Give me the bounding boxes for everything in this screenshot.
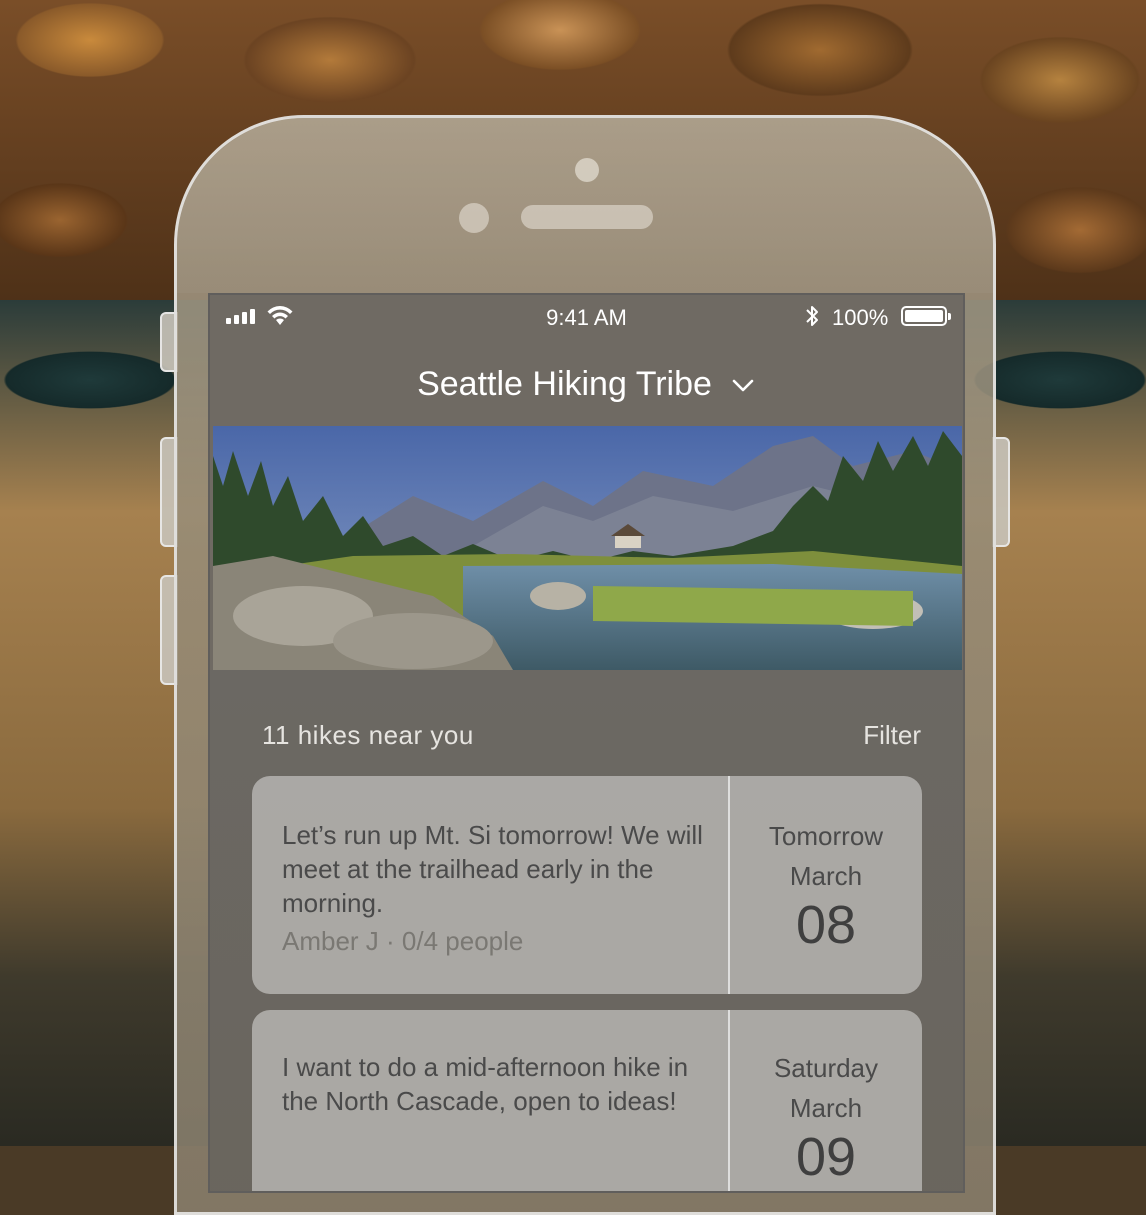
hero-landscape-image [213,426,962,670]
hike-card[interactable]: Let’s run up Mt. Si tomorrow! We will me… [252,776,922,994]
hikes-count-label: 11 hikes near you [262,720,474,750]
hike-description: Let’s run up Mt. Si tomorrow! We will me… [282,820,703,918]
hike-organizer-and-attendance: Amber J · 0/4 people [282,926,524,956]
hike-day-label: Tomorrow [768,821,884,851]
front-camera [459,203,489,233]
status-bar: 9:41 AM 100% [210,295,963,341]
hike-description: I want to do a mid-afternoon hike in the… [282,1052,689,1116]
chevron-down-icon[interactable] [730,372,756,398]
group-selector[interactable]: Seattle Hiking Tribe [210,365,963,404]
phone-screen: 9:41 AM 100% Seattle Hiking Tribe 11 hik… [208,293,965,1193]
navigation-bar: Seattle Hiking Tribe [210,341,963,425]
hike-month-label: March [789,861,863,891]
battery-percentage: 100% [832,305,889,330]
battery-icon [901,306,951,326]
hike-card[interactable]: I want to do a mid-afternoon hike in the… [252,1010,922,1191]
proximity-sensor [575,158,599,182]
filter-button[interactable]: Filter [863,720,921,751]
hike-date-number: 08 [795,895,857,955]
group-title: Seattle Hiking Tribe [417,365,712,403]
hike-date-number: 09 [795,1127,857,1187]
bluetooth-icon [806,306,818,326]
hike-month-label: March [789,1093,863,1123]
hikes-list-section: 11 hikes near you Filter Let’s run up Mt… [210,670,963,1191]
earpiece-speaker [521,205,653,229]
hike-day-label: Saturday [773,1053,879,1083]
battery-level-fill [905,310,943,322]
hike-date: Tomorrow March 08 [730,776,922,994]
hike-date: Saturday March 09 [730,1010,922,1191]
